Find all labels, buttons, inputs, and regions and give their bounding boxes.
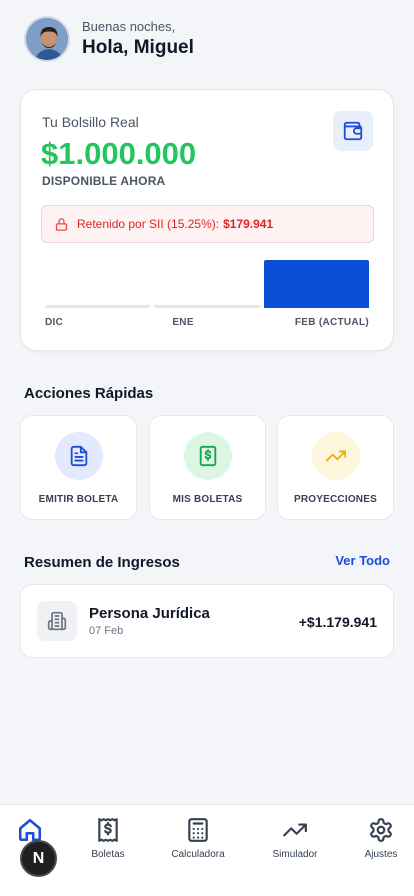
avatar-photo (26, 18, 68, 60)
quick-actions-title: Acciones Rápidas (24, 385, 154, 402)
nav-label-simulador: Simulador (272, 849, 318, 860)
trending-up-icon (311, 432, 360, 480)
see-all-link[interactable]: Ver Todo (335, 553, 390, 568)
proyecciones-button[interactable]: PROYECCIONES (277, 415, 394, 520)
income-list-item[interactable]: Persona Jurídica 07 Feb +$1.179.941 (20, 584, 394, 658)
building-icon (37, 601, 77, 641)
balance-title: Tu Bolsillo Real (42, 114, 139, 130)
calculator-icon (188, 818, 208, 842)
chart-label: ENE (172, 317, 194, 328)
income-summary-title: Resumen de Ingresos (24, 554, 180, 571)
balance-card: Tu Bolsillo Real $1.000.000 DISPONIBLE A… (20, 89, 394, 351)
balance-amount: $1.000.000 (41, 136, 197, 171)
emitir-boleta-label: EMITIR BOLETA (38, 494, 119, 505)
wallet-button[interactable] (333, 111, 373, 151)
nav-item-calculadora[interactable]: Calculadora (158, 817, 238, 860)
bottom-nav: Boletas Calculadora Simulador Ajustes (0, 804, 414, 896)
greeting: Buenas noches, Hola, Miguel (82, 19, 194, 59)
document-icon (54, 432, 103, 480)
retenido-amount: $179.941 (223, 217, 274, 231)
chart-label: FEB (ACTUAL) (294, 317, 369, 328)
greeting-subtitle: Buenas noches, (82, 19, 176, 34)
chart-bar-ene (154, 305, 260, 308)
mis-boletas-label: MIS BOLETAS (172, 494, 243, 505)
chart-bar-feb-actual (263, 260, 369, 308)
wallet-icon (343, 121, 363, 141)
nav-label-boletas: Boletas (91, 849, 125, 860)
retenido-label: Retenido por SII (15.25%): (77, 217, 220, 231)
header: Buenas noches, Hola, Miguel (24, 16, 194, 62)
chart-label: DIC (45, 317, 64, 328)
mis-boletas-button[interactable]: MIS BOLETAS (149, 415, 266, 520)
emitir-boleta-button[interactable]: EMITIR BOLETA (20, 415, 137, 520)
nav-item-boletas[interactable]: Boletas (68, 817, 148, 860)
nav-item-simulador[interactable]: Simulador (255, 817, 335, 860)
gear-icon (370, 818, 392, 842)
chart-bar-dic (45, 305, 151, 308)
greeting-title: Hola, Miguel (82, 37, 194, 58)
nav-item-inicio[interactable] (0, 817, 70, 843)
trending-up-icon (283, 823, 307, 837)
dev-tools-button[interactable]: N (20, 840, 57, 877)
nav-item-ajustes[interactable]: Ajustes (341, 817, 414, 860)
receipt-icon (98, 818, 118, 842)
income-bar-chart (45, 258, 369, 308)
proyecciones-label: PROYECCIONES (294, 494, 377, 505)
income-amount: +$1.179.941 (298, 614, 377, 630)
dollar-receipt-icon (183, 432, 232, 480)
balance-subtitle: DISPONIBLE AHORA (42, 174, 166, 188)
nav-label-ajustes: Ajustes (364, 849, 398, 860)
lock-icon (54, 217, 69, 232)
nav-label-calculadora: Calculadora (171, 849, 225, 860)
avatar[interactable] (24, 16, 70, 62)
income-name: Persona Jurídica (89, 605, 210, 622)
income-date: 07 Feb (89, 625, 124, 637)
retenido-banner: Retenido por SII (15.25%): $179.941 (41, 205, 374, 243)
